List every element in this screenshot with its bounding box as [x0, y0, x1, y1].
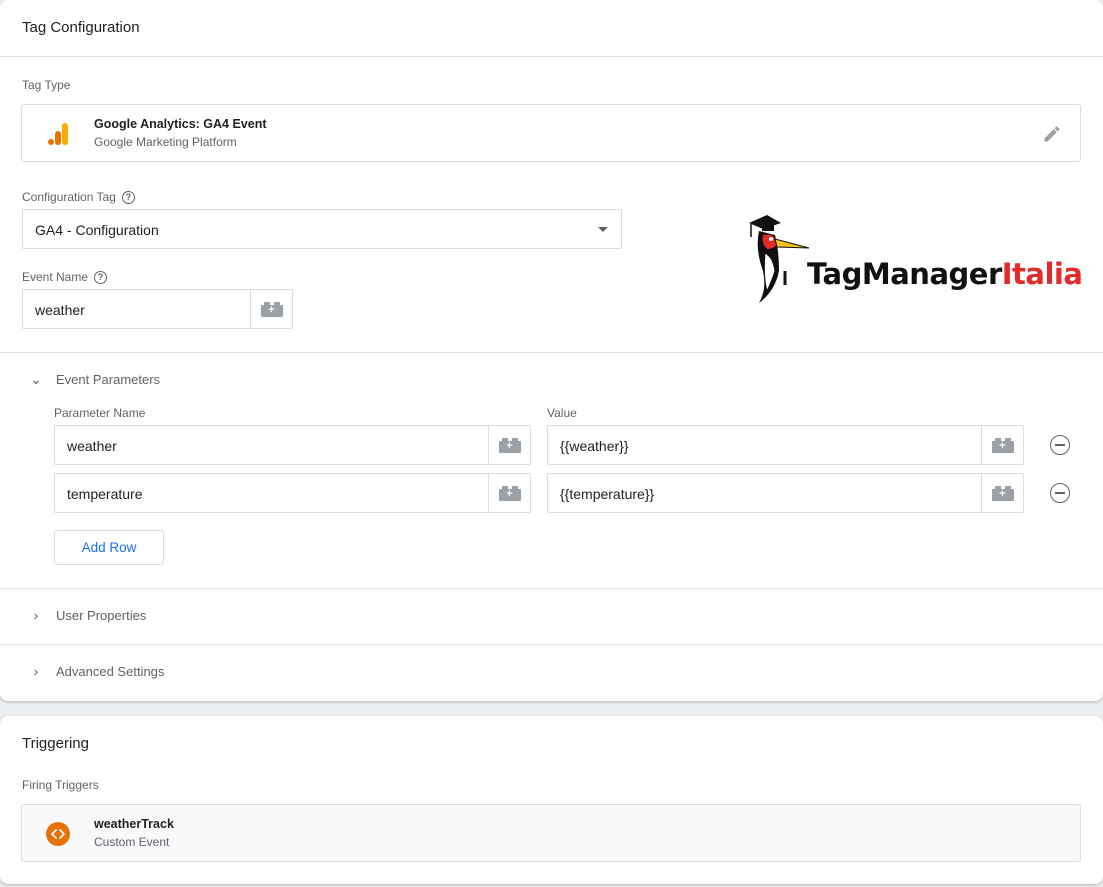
- analytics-bars-icon: [48, 123, 68, 145]
- event-parameters-toggle[interactable]: ⌄ Event Parameters: [30, 371, 160, 388]
- tag-type-label: Tag Type: [22, 78, 71, 92]
- add-row-button[interactable]: Add Row: [54, 530, 164, 565]
- trigger-name: weatherTrack: [94, 817, 174, 831]
- remove-circle-icon[interactable]: [1050, 435, 1070, 455]
- variable-picker-button[interactable]: +: [488, 426, 530, 464]
- advanced-settings-title: Advanced Settings: [56, 663, 165, 679]
- dropdown-arrow-icon: [598, 227, 608, 232]
- tagmanageritalia-logo: TagManagerItalia: [745, 213, 1083, 305]
- configuration-tag-label-text: Configuration Tag: [22, 190, 116, 204]
- user-properties-toggle[interactable]: › User Properties: [30, 607, 147, 623]
- parameter-name-input[interactable]: weather +: [54, 425, 531, 465]
- variable-icon: +: [498, 485, 521, 501]
- advanced-settings-toggle[interactable]: › Advanced Settings: [30, 663, 165, 679]
- parameter-value-input[interactable]: {{weather}} +: [547, 425, 1024, 465]
- help-icon[interactable]: ?: [121, 190, 135, 204]
- parameter-value-value: {{weather}}: [560, 438, 629, 454]
- parameter-value-header: Value: [547, 406, 577, 420]
- divider: [0, 588, 1103, 589]
- variable-icon: +: [260, 301, 283, 317]
- configuration-tag-label: Configuration Tag ?: [22, 190, 135, 204]
- parameter-name-value: weather: [67, 438, 117, 454]
- tag-type-name: Google Analytics: GA4 Event: [94, 117, 267, 131]
- logo-text: TagManagerItalia: [807, 257, 1083, 291]
- trigger-type: Custom Event: [94, 835, 170, 849]
- event-parameters-title: Event Parameters: [56, 372, 161, 387]
- firing-triggers-label: Firing Triggers: [22, 778, 99, 792]
- tag-type-tile[interactable]: Google Analytics: GA4 Event Google Marke…: [21, 104, 1081, 162]
- configuration-tag-value: GA4 - Configuration: [35, 222, 159, 238]
- variable-icon: +: [991, 485, 1014, 501]
- user-properties-title: User Properties: [56, 607, 147, 623]
- divider: [0, 644, 1103, 645]
- woodpecker-mascot-icon: [749, 215, 810, 303]
- parameter-name-value: temperature: [67, 486, 143, 502]
- chevron-right-icon: ›: [33, 607, 39, 623]
- event-name-input[interactable]: weather +: [22, 289, 293, 329]
- divider: [0, 56, 1103, 57]
- event-name-label: Event Name ?: [22, 270, 108, 284]
- divider: [0, 352, 1103, 353]
- variable-icon: +: [498, 437, 521, 453]
- trigger-tile[interactable]: weatherTrack Custom Event: [21, 804, 1081, 862]
- configuration-tag-select[interactable]: GA4 - Configuration: [22, 209, 622, 249]
- variable-picker-button[interactable]: +: [250, 290, 292, 328]
- triggering-title: Triggering: [22, 735, 89, 752]
- variable-picker-button[interactable]: +: [488, 474, 530, 512]
- parameter-value-input[interactable]: {{temperature}} +: [547, 473, 1024, 513]
- event-name-value: weather: [35, 302, 85, 318]
- variable-picker-button[interactable]: +: [981, 426, 1023, 464]
- tag-configuration-card: Tag Configuration Tag Type Google Analyt…: [0, 0, 1103, 701]
- chevron-right-icon: ›: [33, 663, 39, 679]
- parameter-name-input[interactable]: temperature +: [54, 473, 531, 513]
- variable-picker-button[interactable]: +: [981, 474, 1023, 512]
- help-icon[interactable]: ?: [94, 270, 108, 284]
- custom-event-icon: [46, 822, 70, 846]
- tag-type-provider: Google Marketing Platform: [94, 135, 237, 149]
- parameter-name-header: Parameter Name: [54, 406, 146, 420]
- triggering-card: Triggering Firing Triggers weatherTrack …: [0, 716, 1103, 884]
- parameter-value-value: {{temperature}}: [560, 486, 655, 502]
- chevron-down-icon: ⌄: [30, 371, 42, 387]
- remove-circle-icon[interactable]: [1050, 483, 1070, 503]
- variable-icon: +: [991, 437, 1014, 453]
- pencil-icon[interactable]: [1042, 124, 1062, 144]
- tag-configuration-title: Tag Configuration: [22, 19, 140, 36]
- event-name-label-text: Event Name: [22, 270, 89, 284]
